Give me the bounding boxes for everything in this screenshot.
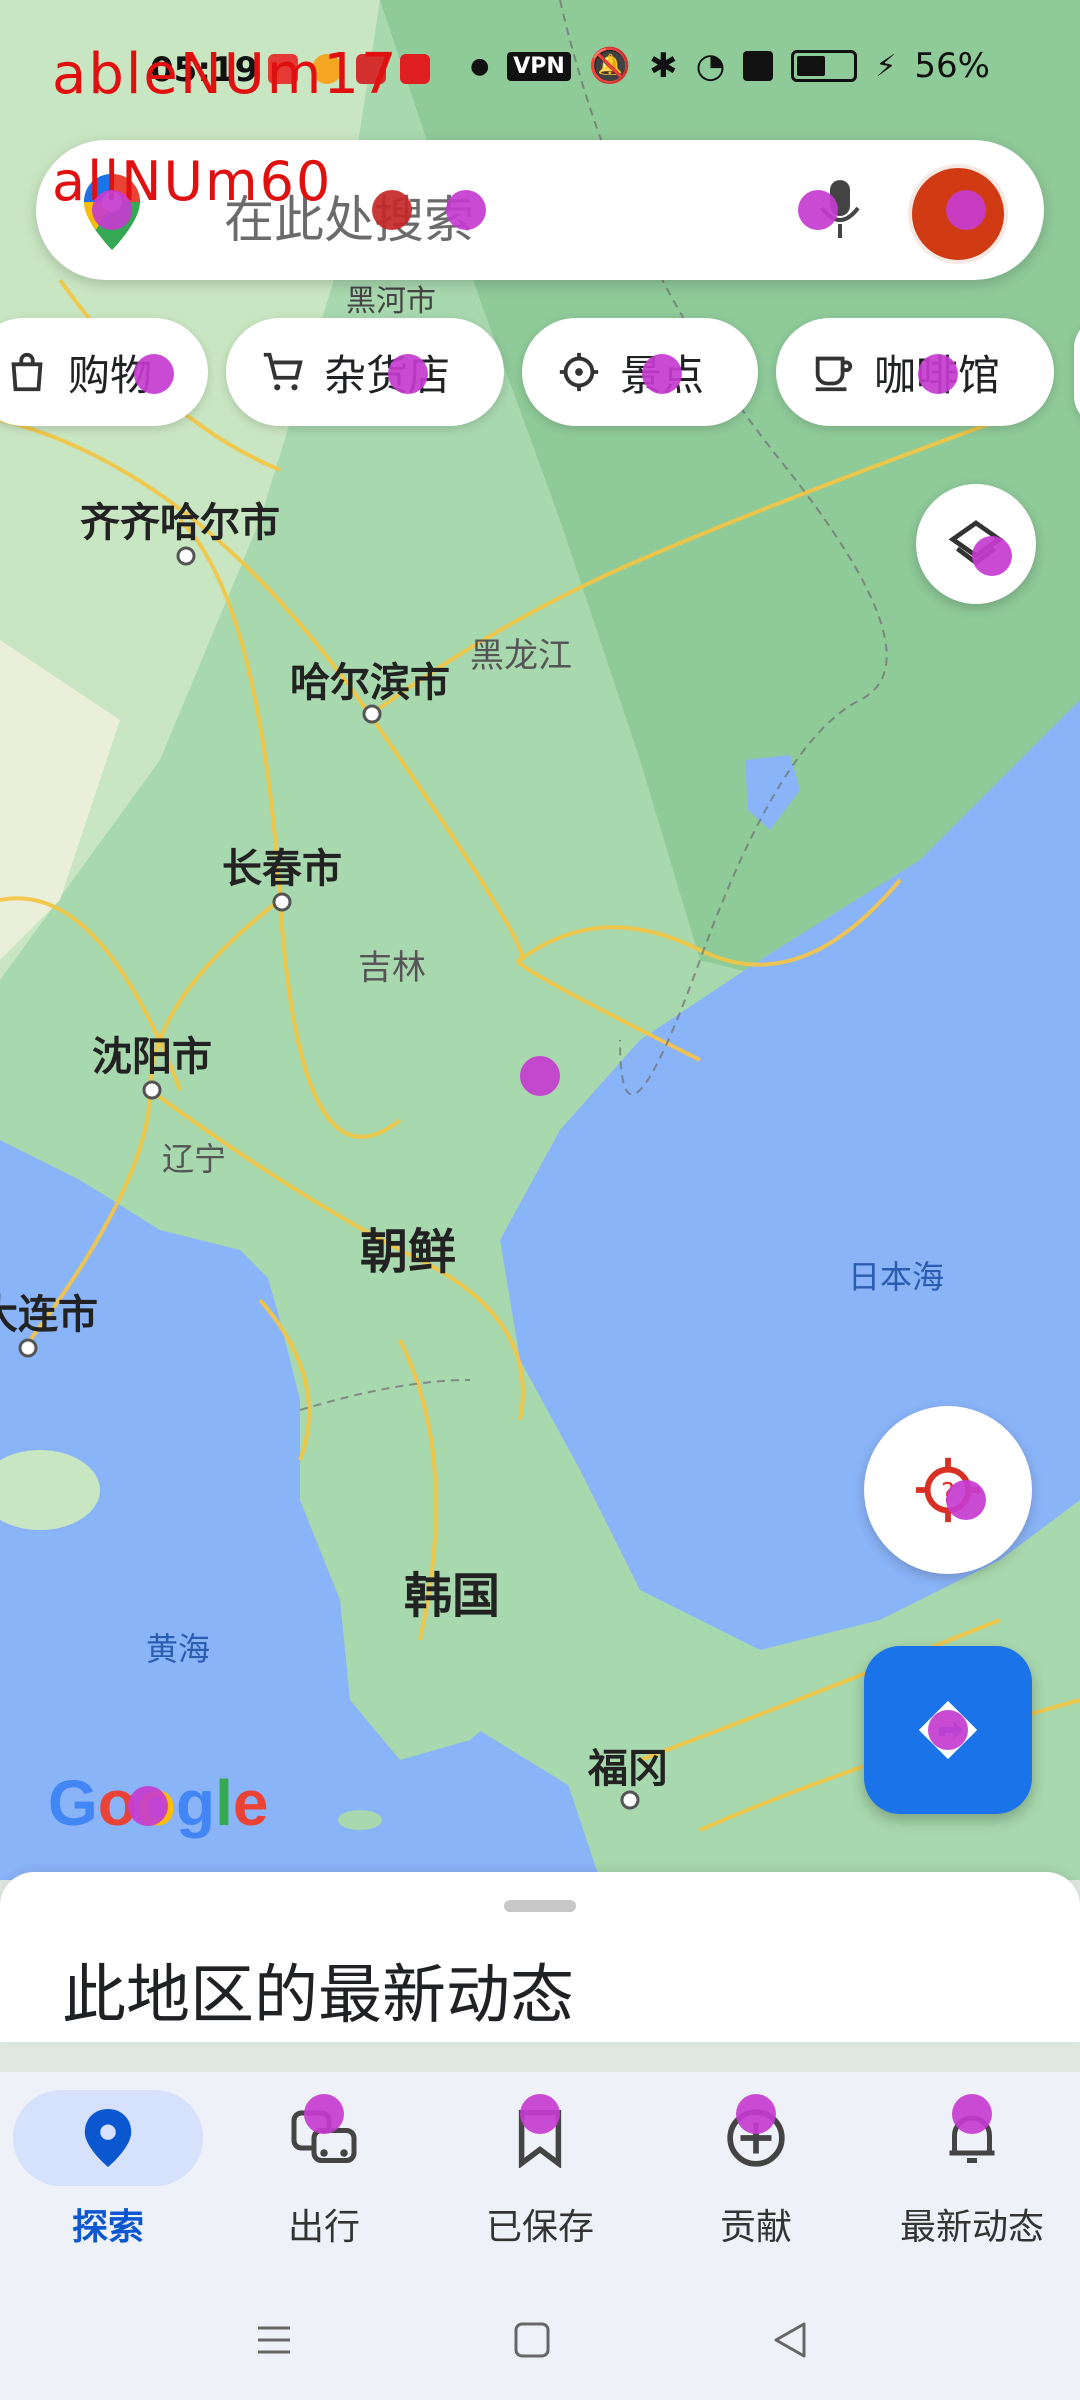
explore-pin-icon: [84, 2109, 132, 2167]
map-label-heilongjiang: 黑龙江: [470, 636, 572, 676]
nav-explore[interactable]: 探索: [8, 2090, 208, 2270]
vpn-badge: VPN: [507, 51, 571, 81]
coffee-icon: [815, 356, 853, 392]
latest-updates-sheet[interactable]: 此地区的最新动态: [0, 1872, 1080, 2042]
chip-label: 咖啡馆: [874, 350, 1001, 400]
home-icon[interactable]: [512, 2320, 552, 2360]
debug-overlay-line2: allNUm60: [52, 150, 333, 213]
chip-label: 景点: [620, 350, 705, 400]
nav-saved[interactable]: 已保存: [440, 2090, 640, 2270]
debug-overlay-line1: ableNUm17: [52, 42, 399, 107]
shopping-bag-icon: [11, 352, 43, 392]
location-target-icon: ?: [915, 1457, 981, 1523]
map-label-north-korea: 朝鲜: [360, 1224, 457, 1280]
my-location-button[interactable]: ?: [864, 1406, 1032, 1574]
layers-icon: [948, 520, 1004, 566]
nav-commute[interactable]: 出行: [224, 2090, 424, 2270]
contribute-icon: [727, 2109, 785, 2167]
mute-icon: 🔕: [588, 46, 632, 86]
charging-icon: ⚡: [875, 48, 897, 84]
nav-label: 探索: [71, 2207, 144, 2248]
chip-cafe[interactable]: 咖啡馆: [776, 318, 1054, 426]
map-label-sea-of-japan: 日本海: [848, 1258, 945, 1296]
map-label-qiqihar[interactable]: 齐齐哈尔市: [80, 490, 280, 548]
sheet-title: 此地区的最新动态: [62, 1959, 574, 2033]
sheet-drag-handle[interactable]: [504, 1900, 576, 1912]
chip-grocery[interactable]: 杂货店: [226, 318, 504, 426]
nav-label: 贡献: [719, 2207, 792, 2248]
map-label-fukuoka[interactable]: 福冈: [588, 1736, 668, 1794]
commute-icon: [291, 2110, 357, 2163]
cart-icon: [263, 352, 303, 391]
directions-icon: [918, 1700, 978, 1760]
map-label-heihe: 黑河市: [346, 284, 436, 319]
battery-icon: [791, 50, 858, 82]
chip-shopping[interactable]: 购物: [0, 318, 208, 426]
sim-off-icon: [743, 51, 774, 81]
map-label-shenyang[interactable]: 沈阳市: [92, 1024, 212, 1082]
bluetooth-icon: ✱: [649, 46, 678, 86]
app-notification-icon: [400, 54, 430, 84]
attraction-icon: [559, 352, 599, 392]
map-label-harbin[interactable]: 哈尔滨市: [290, 650, 450, 708]
account-avatar[interactable]: [908, 164, 1008, 264]
nav-label: 最新动态: [899, 2207, 1044, 2248]
layers-button[interactable]: [916, 484, 1036, 604]
google-logo: Google: [48, 1767, 269, 1839]
map-label-liaoning: 辽宁: [162, 1140, 227, 1178]
chip-label: 杂货店: [324, 350, 451, 400]
map-label-changchun[interactable]: 长春市: [222, 836, 342, 894]
map-canvas[interactable]: [0, 0, 1080, 1880]
map-label-dalian[interactable]: 大连市: [0, 1282, 98, 1340]
dot-icon: ●: [470, 53, 490, 79]
nav-updates[interactable]: 最新动态: [872, 2090, 1072, 2270]
chip-label: 购物: [68, 350, 153, 400]
battery-percent: 56%: [914, 46, 990, 86]
bookmark-icon: [518, 2109, 562, 2168]
nav-label: 已保存: [485, 2207, 594, 2248]
bell-icon: [949, 2115, 995, 2163]
nav-contribute[interactable]: 贡献: [656, 2090, 856, 2270]
directions-button[interactable]: [864, 1646, 1032, 1814]
status-icons: ● VPN 🔕 ✱ ◔ ⚡ 56%: [470, 46, 990, 86]
microphone-icon[interactable]: [820, 180, 860, 244]
svg-text:?: ?: [941, 1479, 955, 1509]
map-label-south-korea: 韩国: [404, 1568, 501, 1624]
chip-attractions[interactable]: 景点: [522, 318, 758, 426]
wifi-icon: ◔: [695, 46, 726, 86]
recent-apps-icon[interactable]: [254, 2322, 294, 2358]
bottom-navigation: 探索 出行 已保存 贡献 最新动态: [0, 2072, 1080, 2282]
map-label-yellow-sea: 黄海: [146, 1630, 211, 1668]
back-icon[interactable]: [770, 2320, 810, 2360]
map-label-jilin: 吉林: [358, 948, 426, 988]
system-navigation-bar: [0, 2282, 1080, 2400]
map-graphic: [0, 0, 1080, 1880]
nav-label: 出行: [287, 2207, 360, 2248]
